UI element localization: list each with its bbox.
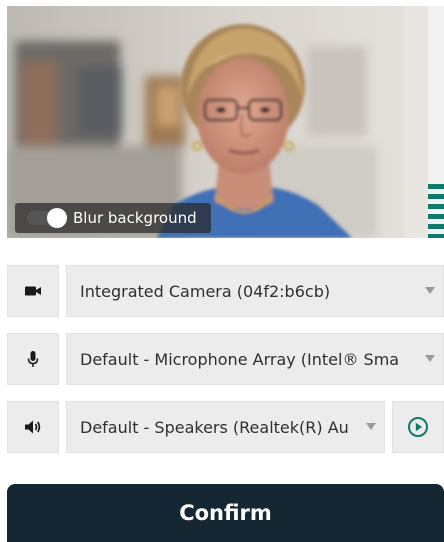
microphone-row: Default - Microphone Array (Intel® Sma [7,333,444,385]
microphone-select-value: Default - Microphone Array (Intel® Sma [80,349,400,369]
confirm-button[interactable]: Confirm [7,484,444,542]
speaker-select-value: Default - Speakers (Realtek(R) Au [80,417,349,437]
play-circle-icon [408,417,428,437]
chevron-down-icon [425,287,435,294]
blur-background-label: Blur background [73,209,197,227]
video-camera-icon [25,286,41,296]
device-settings-panel: Blur background Integrated Camera (04f2:… [0,0,444,542]
speaker-icon-box [7,401,59,453]
chevron-down-icon [425,355,435,362]
camera-select[interactable]: Integrated Camera (04f2:b6cb) [66,265,444,317]
speaker-icon [25,420,41,434]
camera-icon-box [7,265,59,317]
microphone-select[interactable]: Default - Microphone Array (Intel® Sma [66,333,444,385]
speaker-row: Default - Speakers (Realtek(R) Au [7,401,444,453]
camera-row: Integrated Camera (04f2:b6cb) [7,265,444,317]
microphone-icon-box [7,333,59,385]
camera-select-value: Integrated Camera (04f2:b6cb) [80,281,331,301]
test-speaker-button[interactable] [392,401,444,453]
microphone-icon [27,351,39,367]
speaker-select[interactable]: Default - Speakers (Realtek(R) Au [66,401,385,453]
switch-knob [47,208,67,228]
camera-preview: Blur background [7,6,444,238]
blur-background-toggle[interactable]: Blur background [15,203,211,233]
blur-background-switch[interactable] [27,208,67,228]
chevron-down-icon [366,423,376,430]
